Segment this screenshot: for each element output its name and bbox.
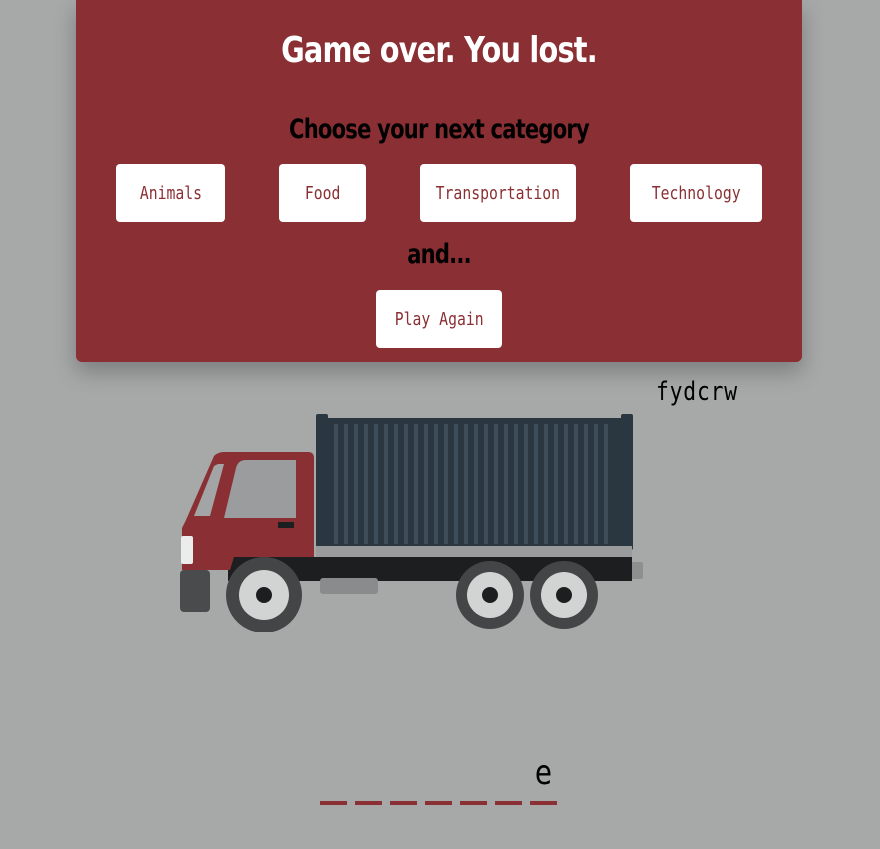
letter-slot [460,748,487,808]
slot-underline [320,801,347,805]
play-again-label: Play Again [394,308,484,330]
category-button-animals[interactable]: Animals [116,164,225,222]
slot-letter: e [534,753,553,793]
category-button-technology[interactable]: Technology [630,164,762,222]
slot-underline [425,801,452,805]
category-button-food[interactable]: Food [279,164,366,222]
slot-underline [390,801,417,805]
letter-slot [320,748,347,808]
play-again-button[interactable]: Play Again [376,290,502,348]
letter-slot: e [530,748,557,808]
category-button-transportation[interactable]: Transportation [420,164,576,222]
truck-illustration [180,414,643,632]
letter-slot [355,748,382,808]
slot-underline [460,801,487,805]
slot-underline [355,801,382,805]
game-over-title: Game over. You lost. [281,30,598,71]
game-over-modal: Game over. You lost. Choose your next ca… [76,0,802,362]
letter-slot [390,748,417,808]
and-text: and... [407,239,471,270]
category-label-food: Food [304,182,341,204]
word-slots: e [320,748,557,808]
slot-underline [530,801,557,805]
guessed-letters: fydcrw [656,377,738,407]
slot-underline [495,801,522,805]
category-label-technology: Technology [651,182,741,204]
category-label-animals: Animals [139,182,202,204]
category-label-transportation: Transportation [435,182,561,204]
choose-category-heading: Choose your next category [289,114,590,145]
letter-slot [495,748,522,808]
letter-slot [425,748,452,808]
